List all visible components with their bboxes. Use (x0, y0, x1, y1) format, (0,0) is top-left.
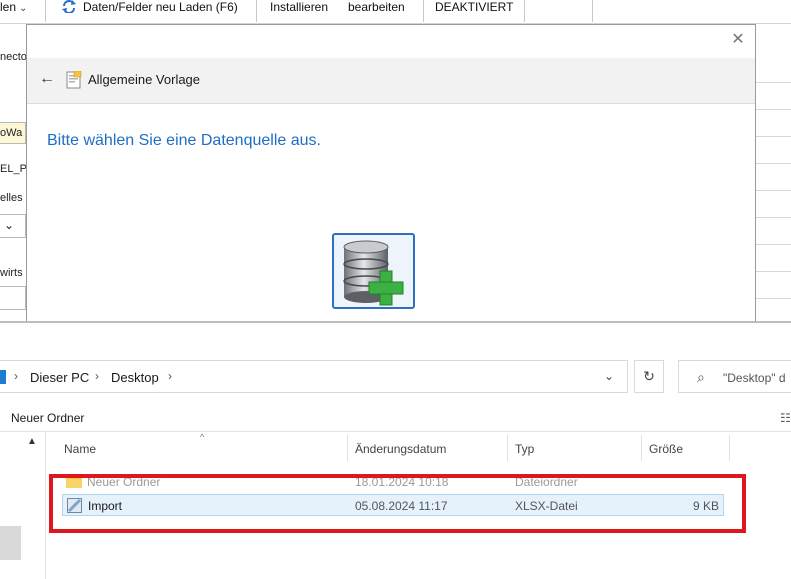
toolbar-separator (524, 0, 525, 22)
add-data-source-button[interactable] (332, 233, 415, 309)
field-label: EL_PF (0, 163, 26, 175)
install-button[interactable]: Installieren (270, 0, 328, 22)
database-add-icon (343, 240, 404, 306)
data-source-dialog: ✕ ← Allgemeine Vorlage Bitte wählen Sie … (26, 24, 756, 322)
toolbar-separator (45, 0, 46, 22)
form-field[interactable]: oWa (0, 122, 26, 144)
back-arrow-icon[interactable]: ← (39, 70, 55, 88)
column-separator[interactable] (641, 435, 642, 461)
breadcrumb-desktop[interactable]: Desktop (111, 370, 159, 385)
app-toolbar: len ⌄ Daten/Felder neu Laden (F6) Install… (0, 0, 791, 24)
new-folder-button[interactable]: Neuer Ordner (11, 411, 84, 425)
grid-line (756, 244, 791, 245)
refresh-icon (62, 0, 76, 13)
pc-icon (0, 370, 6, 384)
nav-selected-item[interactable] (0, 526, 21, 560)
column-header-type[interactable]: Typ (515, 442, 534, 456)
dialog-prompt: Bitte wählen Sie eine Datenquelle aus. (47, 132, 321, 149)
breadcrumb-this-pc[interactable]: Dieser PC (30, 370, 89, 385)
dropdown-field[interactable]: ⌄ (0, 214, 26, 238)
grid-line (756, 136, 791, 137)
refresh-button[interactable]: ↻ (634, 360, 664, 393)
search-placeholder: "Desktop" d (723, 371, 786, 385)
dialog-title: Allgemeine Vorlage (88, 72, 201, 87)
background-form-strip: necto oWa EL_PF elles C ⌄ wirts (0, 24, 26, 322)
search-icon: ⌕ (697, 369, 705, 385)
column-separator[interactable] (507, 435, 508, 461)
refresh-icon: ↻ (643, 368, 655, 384)
command-bar-divider (0, 431, 791, 432)
close-icon[interactable]: ✕ (729, 31, 747, 49)
navigation-pane: ▲ (0, 432, 46, 579)
toolbar-separator (592, 0, 593, 22)
column-separator[interactable] (347, 435, 348, 461)
chevron-down-icon: ⌄ (19, 3, 28, 14)
status-deactivated: DEAKTIVIERT (435, 0, 514, 14)
address-bar[interactable]: › Dieser PC › Desktop › ⌄ (0, 360, 628, 393)
toolbar-separator (256, 0, 257, 22)
chevron-down-icon[interactable]: ⌄ (604, 369, 614, 383)
column-header-date[interactable]: Änderungsdatum (355, 442, 446, 456)
column-header-size[interactable]: Größe (649, 442, 683, 456)
grid-line (756, 109, 791, 110)
field-label: wirts (0, 267, 23, 279)
chevron-right-icon: › (168, 369, 172, 383)
grid-line (756, 163, 791, 164)
field-label: elles C (0, 192, 26, 204)
chevron-down-icon: ⌄ (4, 218, 15, 232)
template-icon (66, 71, 82, 89)
file-explorer: › Dieser PC › Desktop › ⌄ ↻ ⌕ "Desktop" … (0, 323, 791, 579)
column-header-name[interactable]: Name (64, 442, 96, 456)
toolbar-item-menu[interactable]: len ⌄ (0, 0, 27, 22)
toolbar-separator (423, 0, 424, 22)
reload-fields-button[interactable]: Daten/Felder neu Laden (F6) (83, 0, 238, 22)
grid-line (756, 271, 791, 272)
grid-line (756, 82, 791, 83)
column-separator[interactable] (729, 435, 730, 461)
sort-caret-icon: ^ (200, 432, 205, 442)
search-input[interactable]: ⌕ "Desktop" d (678, 360, 791, 393)
toolbar-item-menu-label: len (0, 0, 17, 14)
red-highlight-annotation (49, 474, 746, 533)
view-options-icon[interactable]: ☷ (780, 411, 791, 425)
chevron-up-icon[interactable]: ▲ (27, 436, 37, 447)
chevron-right-icon: › (95, 369, 99, 383)
background-right-strip (756, 24, 791, 322)
chevron-right-icon: › (14, 369, 18, 383)
edit-button[interactable]: bearbeiten (348, 0, 405, 22)
form-field[interactable] (0, 286, 26, 310)
field-label: necto (0, 51, 26, 63)
form-field-value: oWa (0, 127, 23, 139)
grid-line (756, 298, 791, 299)
grid-line (756, 190, 791, 191)
dialog-header: ← Allgemeine Vorlage (27, 58, 755, 104)
grid-line (756, 217, 791, 218)
